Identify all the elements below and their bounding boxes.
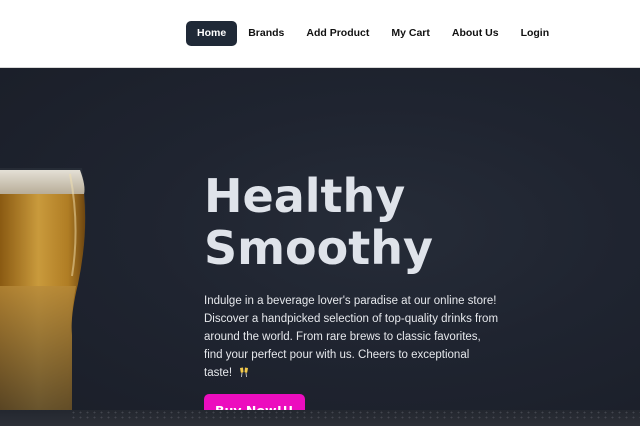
top-navbar: Home Brands Add Product My Cart About Us… <box>0 0 640 68</box>
hero-description: Indulge in a beverage lover's paradise a… <box>204 292 500 382</box>
nav-menu: Home Brands Add Product My Cart About Us… <box>186 21 560 46</box>
clinking-glasses-icon <box>240 367 249 378</box>
hero-title-line-1: Healthy <box>204 169 406 223</box>
table-texture <box>70 410 640 420</box>
hero-content: Healthy Smoothy Indulge in a beverage lo… <box>204 170 504 426</box>
nav-home-link[interactable]: Home <box>186 21 238 46</box>
hero-banner: Healthy Smoothy Indulge in a beverage lo… <box>0 68 640 426</box>
nav-brands-link[interactable]: Brands <box>237 21 295 46</box>
beer-glass-image <box>0 168 86 426</box>
nav-add-product-link[interactable]: Add Product <box>295 21 380 46</box>
hero-title: Healthy Smoothy <box>204 170 504 274</box>
nav-my-cart-link[interactable]: My Cart <box>380 21 441 46</box>
nav-about-us-link[interactable]: About Us <box>441 21 510 46</box>
hero-title-line-2: Smoothy <box>204 221 433 275</box>
nav-login-link[interactable]: Login <box>510 21 561 46</box>
